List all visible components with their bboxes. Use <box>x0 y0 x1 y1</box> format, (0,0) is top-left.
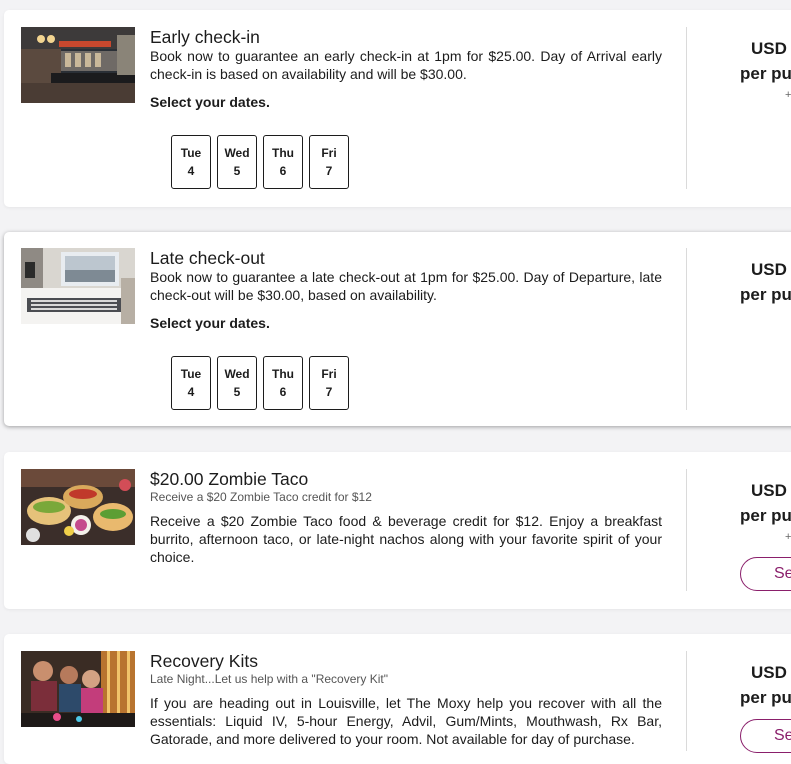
addon-card-early-checkin: Early check-in Book now to guarantee an … <box>4 10 791 207</box>
friends-night-out-image <box>21 651 135 727</box>
addon-description: If you are heading out in Louisville, le… <box>150 695 662 747</box>
date-button-fri[interactable]: Fri 7 <box>309 135 349 189</box>
date-button-fri[interactable]: Fri 7 <box>309 356 349 410</box>
date-day: Fri <box>321 367 337 381</box>
price-label: USD per pu <box>740 478 791 528</box>
price-label: USD per pu <box>740 257 791 307</box>
date-num: 5 <box>233 164 241 178</box>
price-divider <box>686 248 687 410</box>
addon-card-recovery-kits: Recovery Kits Late Night...Let us help w… <box>4 634 791 764</box>
addon-content: Recovery Kits Late Night...Let us help w… <box>150 651 662 748</box>
date-selector: Tue 4 Wed 5 Thu 6 Fri 7 <box>171 356 349 410</box>
hotel-lobby-bar-image <box>21 27 135 103</box>
addon-title: Recovery Kits <box>150 651 258 671</box>
price-unit: per pu <box>740 688 791 707</box>
addon-content: $20.00 Zombie Taco Receive a $20 Zombie … <box>150 469 662 566</box>
addon-card-zombie-taco: $20.00 Zombie Taco Receive a $20 Zombie … <box>4 452 791 609</box>
select-dates-label: Select your dates. <box>150 315 270 331</box>
date-num: 4 <box>187 164 195 178</box>
addon-subtitle: Late Night...Let us help with a "Recover… <box>150 672 388 686</box>
price-label: USD per pu <box>740 660 791 710</box>
date-num: 6 <box>279 164 287 178</box>
price-unit: per pu <box>740 64 791 83</box>
price-label: USD per pu <box>740 36 791 86</box>
date-day: Wed <box>224 367 250 381</box>
price-currency: USD <box>751 663 787 682</box>
date-button-wed[interactable]: Wed 5 <box>217 135 257 189</box>
date-button-wed[interactable]: Wed 5 <box>217 356 257 410</box>
date-day: Tue <box>180 146 202 160</box>
date-num: 4 <box>187 385 195 399</box>
price-unit: per pu <box>740 285 791 304</box>
date-day: Wed <box>224 146 250 160</box>
date-num: 6 <box>279 385 287 399</box>
select-button[interactable]: Se <box>740 719 791 753</box>
date-day: Fri <box>321 146 337 160</box>
addon-content: Early check-in Book now to guarantee an … <box>150 27 662 111</box>
date-button-thu[interactable]: Thu 6 <box>263 356 303 410</box>
select-button[interactable]: Se <box>740 557 791 591</box>
price-plus-indicator: + <box>785 89 791 101</box>
addon-description: Book now to guarantee an early check-in … <box>150 48 662 82</box>
price-divider <box>686 27 687 189</box>
date-num: 7 <box>325 164 333 178</box>
date-day: Thu <box>272 367 294 381</box>
addon-description: Book now to guarantee a late check-out a… <box>150 269 662 303</box>
date-selector: Tue 4 Wed 5 Thu 6 Fri 7 <box>171 135 349 189</box>
date-num: 7 <box>325 385 333 399</box>
date-button-thu[interactable]: Thu 6 <box>263 135 303 189</box>
date-button-tue[interactable]: Tue 4 <box>171 135 211 189</box>
hotel-bedroom-image <box>21 248 135 324</box>
addon-subtitle: Receive a $20 Zombie Taco credit for $12 <box>150 490 372 504</box>
addon-title: $20.00 Zombie Taco <box>150 469 309 489</box>
date-button-tue[interactable]: Tue 4 <box>171 356 211 410</box>
select-dates-label: Select your dates. <box>150 94 270 110</box>
price-plus-indicator: + <box>785 531 791 543</box>
price-currency: USD <box>751 39 787 58</box>
date-num: 5 <box>233 385 241 399</box>
addon-card-late-checkout: Late check-out Book now to guarantee a l… <box>4 232 791 426</box>
date-day: Tue <box>180 367 202 381</box>
addon-content: Late check-out Book now to guarantee a l… <box>150 248 662 332</box>
price-currency: USD <box>751 481 787 500</box>
addon-description: Receive a $20 Zombie Taco food & beverag… <box>150 513 662 565</box>
price-currency: USD <box>751 260 787 279</box>
price-divider <box>686 651 687 751</box>
addon-title: Early check-in <box>150 27 260 47</box>
price-unit: per pu <box>740 506 791 525</box>
addon-title: Late check-out <box>150 248 265 268</box>
price-divider <box>686 469 687 591</box>
date-day: Thu <box>272 146 294 160</box>
tacos-food-image <box>21 469 135 545</box>
